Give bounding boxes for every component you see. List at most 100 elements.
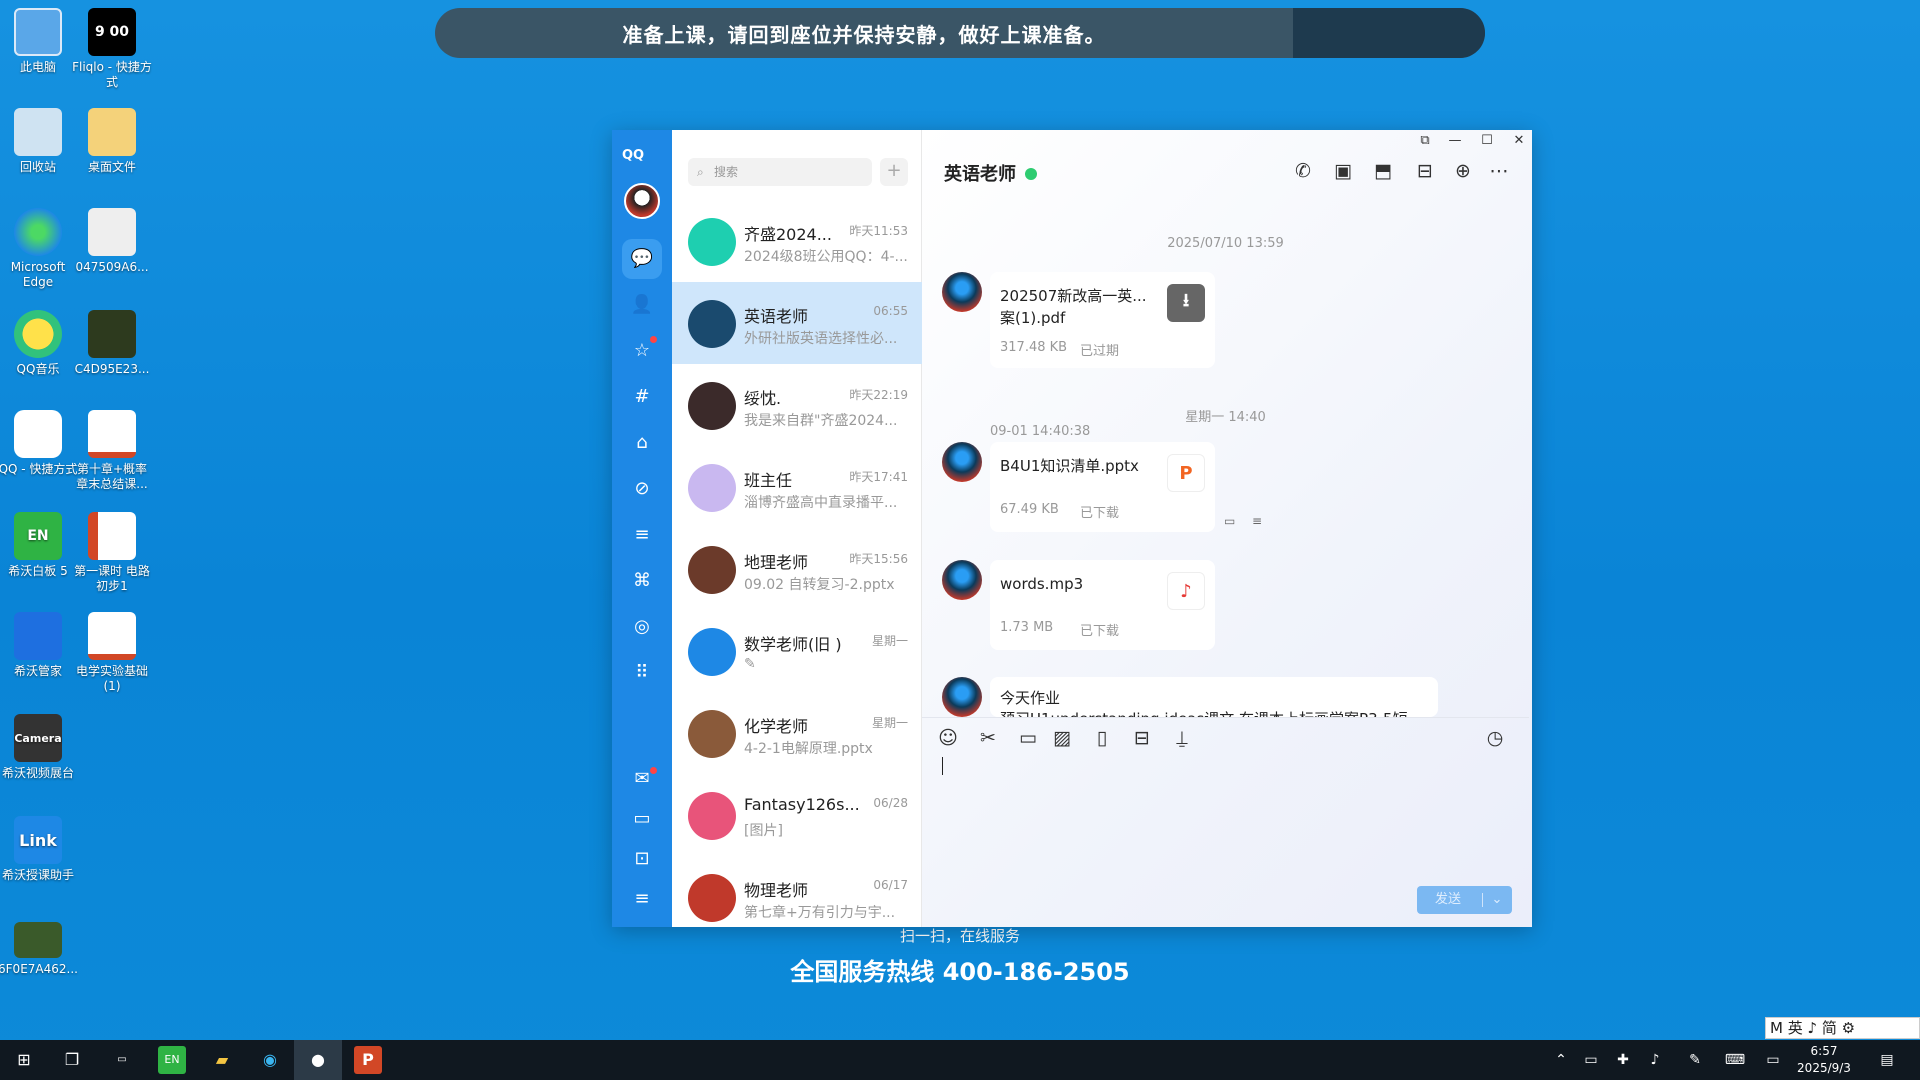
channel-icon[interactable]: # <box>630 385 654 409</box>
list-icon[interactable]: ≡ <box>630 523 654 547</box>
close-icon[interactable]: ✕ <box>1509 133 1529 148</box>
desktop-icon-desktop-files[interactable]: 桌面文件 <box>72 108 152 175</box>
avatar[interactable] <box>942 272 982 312</box>
conversation-item[interactable]: 化学老师 星期一 4-2-1电解原理.pptx <box>672 692 922 774</box>
contacts-icon[interactable]: 👤 <box>630 293 654 317</box>
desktop-icon-ppt-electric[interactable]: 电学实验基础(1) <box>72 612 152 694</box>
clock-time: 6:57 <box>1810 1044 1838 1058</box>
download-icon[interactable]: ⭳ <box>1167 284 1205 322</box>
qq-window: QQ 💬 👤 ☆ # ⌂ ⊘ ≡ ⌘ ◎ ⠿ ✉ ▭ ⊡ ≡ ⌕ 搜索 + 齐盛… <box>612 130 1532 927</box>
seewo-board-icon[interactable]: EN <box>158 1046 186 1074</box>
add-button[interactable]: + <box>880 158 908 186</box>
desktop-icon-recycle-bin[interactable]: 回收站 <box>0 108 78 175</box>
start-icon[interactable]: ⊞ <box>10 1046 38 1074</box>
chevron-up-icon[interactable]: ⌃ <box>1550 1046 1572 1074</box>
conversation-item[interactable]: 地理老师 昨天15:56 09.02 自转复习-2.pptx <box>672 528 922 610</box>
phone-icon[interactable]: ✆ <box>1290 160 1316 182</box>
desktop-icon-seewo-camera[interactable]: Camera 希沃视频展台 <box>0 714 78 781</box>
folder-icon[interactable]: ▭ <box>630 807 654 831</box>
conversation-item[interactable]: 物理老师 06/17 第七章+万有引力与宇... <box>672 856 922 938</box>
desktop-icon-image-047509[interactable]: 047509A6... <box>72 208 152 275</box>
avatar[interactable] <box>942 560 982 600</box>
edge-icon[interactable]: ◉ <box>256 1046 284 1074</box>
message-input[interactable] <box>936 750 1516 870</box>
message-icon[interactable]: 💬 <box>630 247 654 271</box>
maximize-icon[interactable]: ☐ <box>1477 133 1497 148</box>
scissors-icon[interactable]: ✂ <box>976 727 1000 749</box>
desktop-icon-fliqlo[interactable]: 9 00 Fliqlo - 快捷方式 <box>72 8 152 90</box>
conversation-preview: 09.02 自转复习-2.pptx <box>744 577 895 593</box>
qq-icon[interactable]: ● <box>304 1046 332 1074</box>
task-view-icon[interactable]: ❐ <box>58 1046 86 1074</box>
keyboard-icon[interactable]: ⌨ <box>1724 1046 1746 1074</box>
desktop-icon-ppt-circuit[interactable]: 第一课时 电路初步1 <box>72 512 152 594</box>
video-call-icon[interactable]: ▣ <box>1330 160 1356 182</box>
volume-icon[interactable]: ♪ <box>1644 1046 1666 1074</box>
microphone-icon[interactable]: ⍊ <box>1170 727 1194 749</box>
desktop-icon-ppt-probability[interactable]: 第十章+概率章末总结课... <box>72 410 152 492</box>
desktop-icon-edge[interactable]: Microsoft Edge <box>0 208 78 290</box>
network-icon[interactable]: ▭ <box>1580 1046 1602 1074</box>
remote-desktop-icon[interactable]: ⊟ <box>1412 160 1438 182</box>
conversation-item[interactable]: 数学老师(旧 ) 星期一 ✎ <box>672 610 922 692</box>
gift-icon[interactable]: ⊟ <box>1130 727 1154 749</box>
open-folder-icon[interactable]: ▭ <box>1224 514 1235 528</box>
desktop-icon-label: 第十章+概率章末总结课... <box>76 462 148 491</box>
planet-icon[interactable]: ◎ <box>630 615 654 639</box>
menu-icon[interactable]: ≡ <box>630 887 654 911</box>
desktop-icon-seewo-board[interactable]: EN 希沃白板 5 <box>0 512 78 579</box>
video-icon[interactable]: ▯ <box>1090 727 1114 749</box>
taskbar-clock[interactable]: 6:57 2025/9/3 <box>1794 1043 1854 1077</box>
link-icon[interactable]: ⊘ <box>630 477 654 501</box>
bookmark-icon[interactable]: ⊡ <box>630 847 654 871</box>
powerpoint-icon[interactable]: P <box>354 1046 382 1074</box>
apps-grid-icon[interactable]: ⠿ <box>630 661 654 685</box>
conversation-item[interactable]: 英语老师 06:55 外研社版英语选择性必... <box>672 282 922 364</box>
send-button[interactable]: 发送 ⌄ <box>1417 886 1512 914</box>
conversation-item[interactable]: 班主任 昨天17:41 淄博齐盛高中直录播平... <box>672 446 922 528</box>
shop-icon[interactable]: ⌘ <box>630 569 654 593</box>
conversation-item[interactable]: 齐盛2024... 昨天11:53 2024级8班公用QQ：4-... <box>672 200 922 282</box>
image-icon[interactable]: ▨ <box>1050 727 1074 749</box>
add-member-icon[interactable]: ⊕ <box>1450 160 1476 182</box>
conversation-name: 地理老师 <box>744 553 809 572</box>
file-menu-icon[interactable]: ≡ <box>1252 514 1262 528</box>
conversation-name: 英语老师 <box>744 307 809 326</box>
ime-toolbar[interactable]: M 英 ♪ 简 ⚙ <box>1765 1017 1920 1039</box>
avatar[interactable] <box>942 677 982 717</box>
file-message-card[interactable]: B4U1知识清单.pptx 67.49 KB 已下载 P <box>990 442 1215 532</box>
file-message-card[interactable]: 202507新改高一英...案(1).pdf 317.48 KB 已过期 ⭳ <box>990 272 1215 368</box>
app-icon[interactable]: ▭ <box>108 1046 136 1074</box>
desktop-icon-qq[interactable]: QQ - 快捷方式 <box>0 410 78 477</box>
text-message-bubble[interactable]: 今天作业 预习U1understanding ideas课文 在课本上标画学案P… <box>990 677 1438 717</box>
desktop-icon-image-c4d95e[interactable]: C4D95E23... <box>72 310 152 377</box>
history-icon[interactable]: ◷ <box>1483 727 1507 749</box>
chevron-down-icon[interactable]: ⌄ <box>1486 886 1508 914</box>
security-icon[interactable]: ✚ <box>1612 1046 1634 1074</box>
avatar[interactable] <box>624 183 660 219</box>
games-icon[interactable]: ⌂ <box>630 431 654 455</box>
desktop-icon-seewo-link[interactable]: Link 希沃授课助手 <box>0 816 78 883</box>
conversation-item[interactable]: Fantasy126s... 06/28 [图片] <box>672 774 922 856</box>
screen-share-icon[interactable]: ⬒ <box>1370 160 1396 182</box>
conversation-item[interactable]: 绥忱. 昨天22:19 我是来自群"齐盛2024... <box>672 364 922 446</box>
file-message-card[interactable]: words.mp3 1.73 MB 已下载 ♪ <box>990 560 1215 650</box>
avatar[interactable] <box>942 442 982 482</box>
star-icon[interactable]: ☆ <box>630 339 654 363</box>
search-input[interactable]: ⌕ 搜索 <box>688 158 872 186</box>
more-icon[interactable]: ⋯ <box>1486 160 1512 182</box>
desktop-icon-this-pc[interactable]: 此电脑 <box>0 8 78 75</box>
desktop-icon-label: 希沃授课助手 <box>1 868 74 882</box>
minimize-icon[interactable]: — <box>1445 133 1465 148</box>
notification-icon[interactable]: ▤ <box>1876 1046 1898 1074</box>
folder-icon[interactable]: ▰ <box>208 1046 236 1074</box>
file-name: B4U1知识清单.pptx <box>1000 457 1139 475</box>
pen-icon[interactable]: ✎ <box>1684 1046 1706 1074</box>
folder-icon[interactable]: ▭ <box>1016 727 1040 749</box>
pin-icon[interactable]: ⧉ <box>1415 133 1435 148</box>
desktop-icon-seewo-manager[interactable]: 希沃管家 <box>0 612 78 679</box>
display-icon[interactable]: ▭ <box>1762 1046 1784 1074</box>
emoji-icon[interactable]: ☺ <box>936 727 960 749</box>
notification-dot <box>650 767 657 774</box>
desktop-icon-qq-music[interactable]: QQ音乐 <box>0 310 78 377</box>
